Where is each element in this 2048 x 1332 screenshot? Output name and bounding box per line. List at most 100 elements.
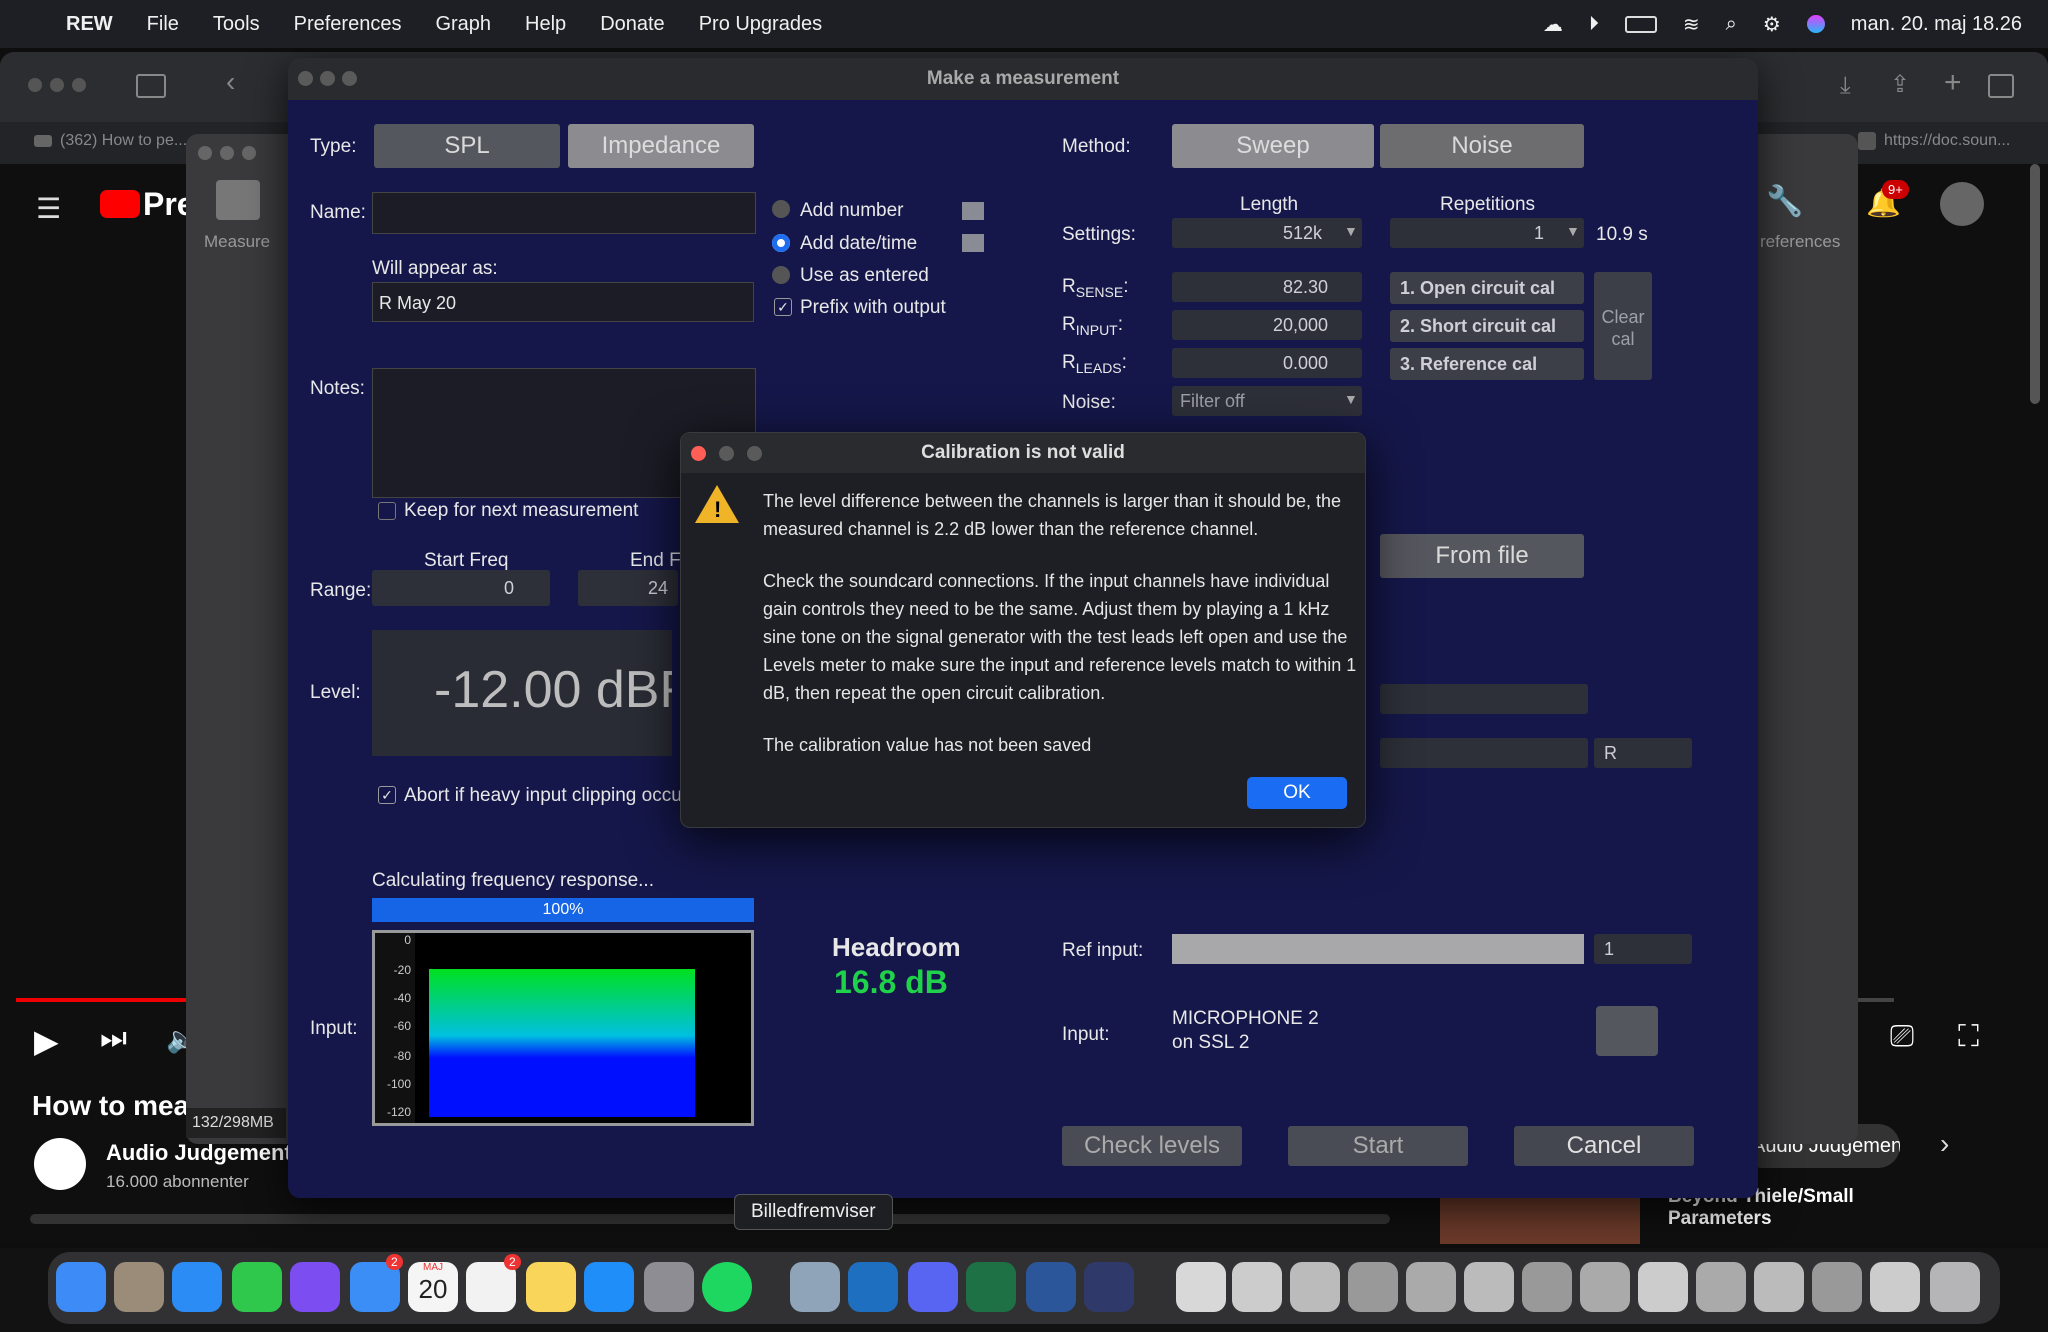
keep-next-checkbox[interactable]: [378, 502, 396, 520]
discord-icon[interactable]: [908, 1262, 958, 1312]
calendar-icon[interactable]: MAJ 20: [408, 1262, 458, 1312]
menu-graph[interactable]: Graph: [435, 13, 491, 36]
spotify-icon[interactable]: [702, 1262, 752, 1312]
trash-icon[interactable]: [1930, 1262, 1980, 1312]
preview-icon[interactable]: [790, 1262, 840, 1312]
window-thumbnail-icon[interactable]: [1522, 1262, 1572, 1312]
use-as-entered-radio[interactable]: [772, 266, 790, 284]
window-thumbnail-icon[interactable]: [1754, 1262, 1804, 1312]
check-levels-button[interactable]: Check levels: [1062, 1126, 1242, 1166]
window-thumbnail-icon[interactable]: [1580, 1262, 1630, 1312]
chevron-right-icon[interactable]: ›: [1940, 1128, 1949, 1160]
launchpad-icon[interactable]: [114, 1262, 164, 1312]
length-select[interactable]: 512k: [1172, 218, 1362, 248]
rinput-stepper[interactable]: 20,000: [1172, 310, 1362, 340]
window-thumbnail-icon[interactable]: [1870, 1262, 1920, 1312]
window-close-icon[interactable]: [198, 146, 212, 160]
notes-icon[interactable]: [526, 1262, 576, 1312]
horizontal-scrollbar[interactable]: [30, 1214, 1390, 1224]
video-progress-bar[interactable]: [16, 998, 186, 1002]
window-close-icon[interactable]: [298, 71, 313, 86]
sidebar-toggle-icon[interactable]: [136, 74, 166, 98]
menu-tools[interactable]: Tools: [213, 13, 260, 36]
menu-preferences[interactable]: Preferences: [294, 13, 402, 36]
now-playing-icon[interactable]: ⏵: [1589, 13, 1599, 36]
system-settings-icon[interactable]: [644, 1262, 694, 1312]
search-icon[interactable]: ⌕: [1726, 13, 1737, 36]
start-freq-stepper[interactable]: 0: [372, 570, 550, 606]
window-minimize-icon[interactable]: [220, 146, 234, 160]
icloud-icon[interactable]: ☁: [1543, 12, 1563, 37]
window-zoom-icon[interactable]: [72, 78, 86, 92]
messenger-icon[interactable]: [290, 1262, 340, 1312]
window-minimize-icon[interactable]: [50, 78, 64, 92]
preferences-icon[interactable]: 🔧: [1766, 184, 1803, 219]
window-thumbnail-icon[interactable]: [1232, 1262, 1282, 1312]
output-channel-select[interactable]: R: [1594, 738, 1692, 768]
add-number-radio[interactable]: [772, 200, 790, 218]
messages-icon[interactable]: [232, 1262, 282, 1312]
prefix-output-checkbox[interactable]: ✓: [774, 298, 792, 316]
avatar[interactable]: [1940, 182, 1984, 226]
youtube-logo-icon[interactable]: [100, 190, 140, 218]
channel-avatar[interactable]: [34, 1138, 86, 1190]
video-thumbnail[interactable]: [1440, 1196, 1640, 1244]
window-minimize-icon[interactable]: [320, 71, 335, 86]
ref-input-channel-select[interactable]: 1: [1594, 934, 1692, 964]
method-noise-button[interactable]: Noise: [1380, 124, 1584, 168]
list-icon[interactable]: [962, 234, 984, 252]
vertical-scrollbar[interactable]: [2030, 164, 2040, 404]
preferences-label[interactable]: references: [1760, 232, 1840, 252]
window-thumbnail-icon[interactable]: [1348, 1262, 1398, 1312]
list-icon[interactable]: [962, 202, 984, 220]
app-menu[interactable]: REW: [66, 13, 113, 36]
menu-icon[interactable]: ☰: [36, 192, 61, 225]
fullscreen-icon[interactable]: ⛶: [1958, 1020, 1979, 1054]
next-icon[interactable]: ⏭: [100, 1022, 127, 1056]
menu-file[interactable]: File: [147, 13, 179, 36]
type-impedance-button[interactable]: Impedance: [568, 124, 754, 168]
measure-icon[interactable]: [216, 180, 260, 220]
window-zoom-icon[interactable]: [342, 71, 357, 86]
menu-pro-upgrades[interactable]: Pro Upgrades: [699, 13, 822, 36]
rsense-stepper[interactable]: 82.30: [1172, 272, 1362, 302]
start-button[interactable]: Start: [1288, 1126, 1468, 1166]
measure-label[interactable]: Measure: [204, 232, 270, 252]
play-icon[interactable]: ▶: [34, 1022, 59, 1060]
wifi-icon[interactable]: ≋: [1683, 12, 1700, 37]
short-circuit-cal-button[interactable]: 2. Short circuit cal: [1390, 310, 1584, 342]
noise-filter-select[interactable]: Filter off: [1172, 386, 1362, 416]
name-input[interactable]: [372, 192, 756, 234]
type-spl-button[interactable]: SPL: [374, 124, 560, 168]
document-icon[interactable]: [1176, 1262, 1226, 1312]
download-icon[interactable]: ⤓: [1840, 72, 1851, 100]
menu-help[interactable]: Help: [525, 13, 566, 36]
ok-button[interactable]: OK: [1247, 777, 1347, 809]
from-file-button[interactable]: From file: [1380, 534, 1584, 578]
output-device-select[interactable]: [1380, 684, 1588, 714]
open-circuit-cal-button[interactable]: 1. Open circuit cal: [1390, 272, 1584, 304]
siri-icon[interactable]: [1806, 15, 1825, 33]
rew-icon[interactable]: [1084, 1262, 1134, 1312]
browser-tab-2[interactable]: https://doc.soun...: [1858, 132, 2010, 150]
abort-clipping-checkbox[interactable]: ✓: [378, 786, 396, 804]
airplay-icon[interactable]: ⎚: [1890, 1020, 1914, 1054]
window-close-icon[interactable]: [691, 446, 706, 461]
reference-cal-button[interactable]: 3. Reference cal: [1390, 348, 1584, 380]
word-icon[interactable]: [1026, 1262, 1076, 1312]
clear-cal-button[interactable]: Clear cal: [1594, 272, 1652, 380]
tab-overview-icon[interactable]: [1988, 74, 2014, 98]
browser-tab[interactable]: (362) How to pe...: [34, 132, 187, 150]
window-thumbnail-icon[interactable]: [1290, 1262, 1340, 1312]
window-close-icon[interactable]: [28, 78, 42, 92]
window-thumbnail-icon[interactable]: [1406, 1262, 1456, 1312]
method-sweep-button[interactable]: Sweep: [1172, 124, 1374, 168]
safari-icon[interactable]: [172, 1262, 222, 1312]
finder-icon[interactable]: [56, 1262, 106, 1312]
excel-icon[interactable]: [966, 1262, 1016, 1312]
back-icon[interactable]: ‹: [226, 66, 235, 98]
rleads-stepper[interactable]: 0.000: [1172, 348, 1362, 378]
cancel-button[interactable]: Cancel: [1514, 1126, 1694, 1166]
repetitions-select[interactable]: 1: [1390, 218, 1584, 248]
window-minimize-icon[interactable]: [719, 446, 734, 461]
